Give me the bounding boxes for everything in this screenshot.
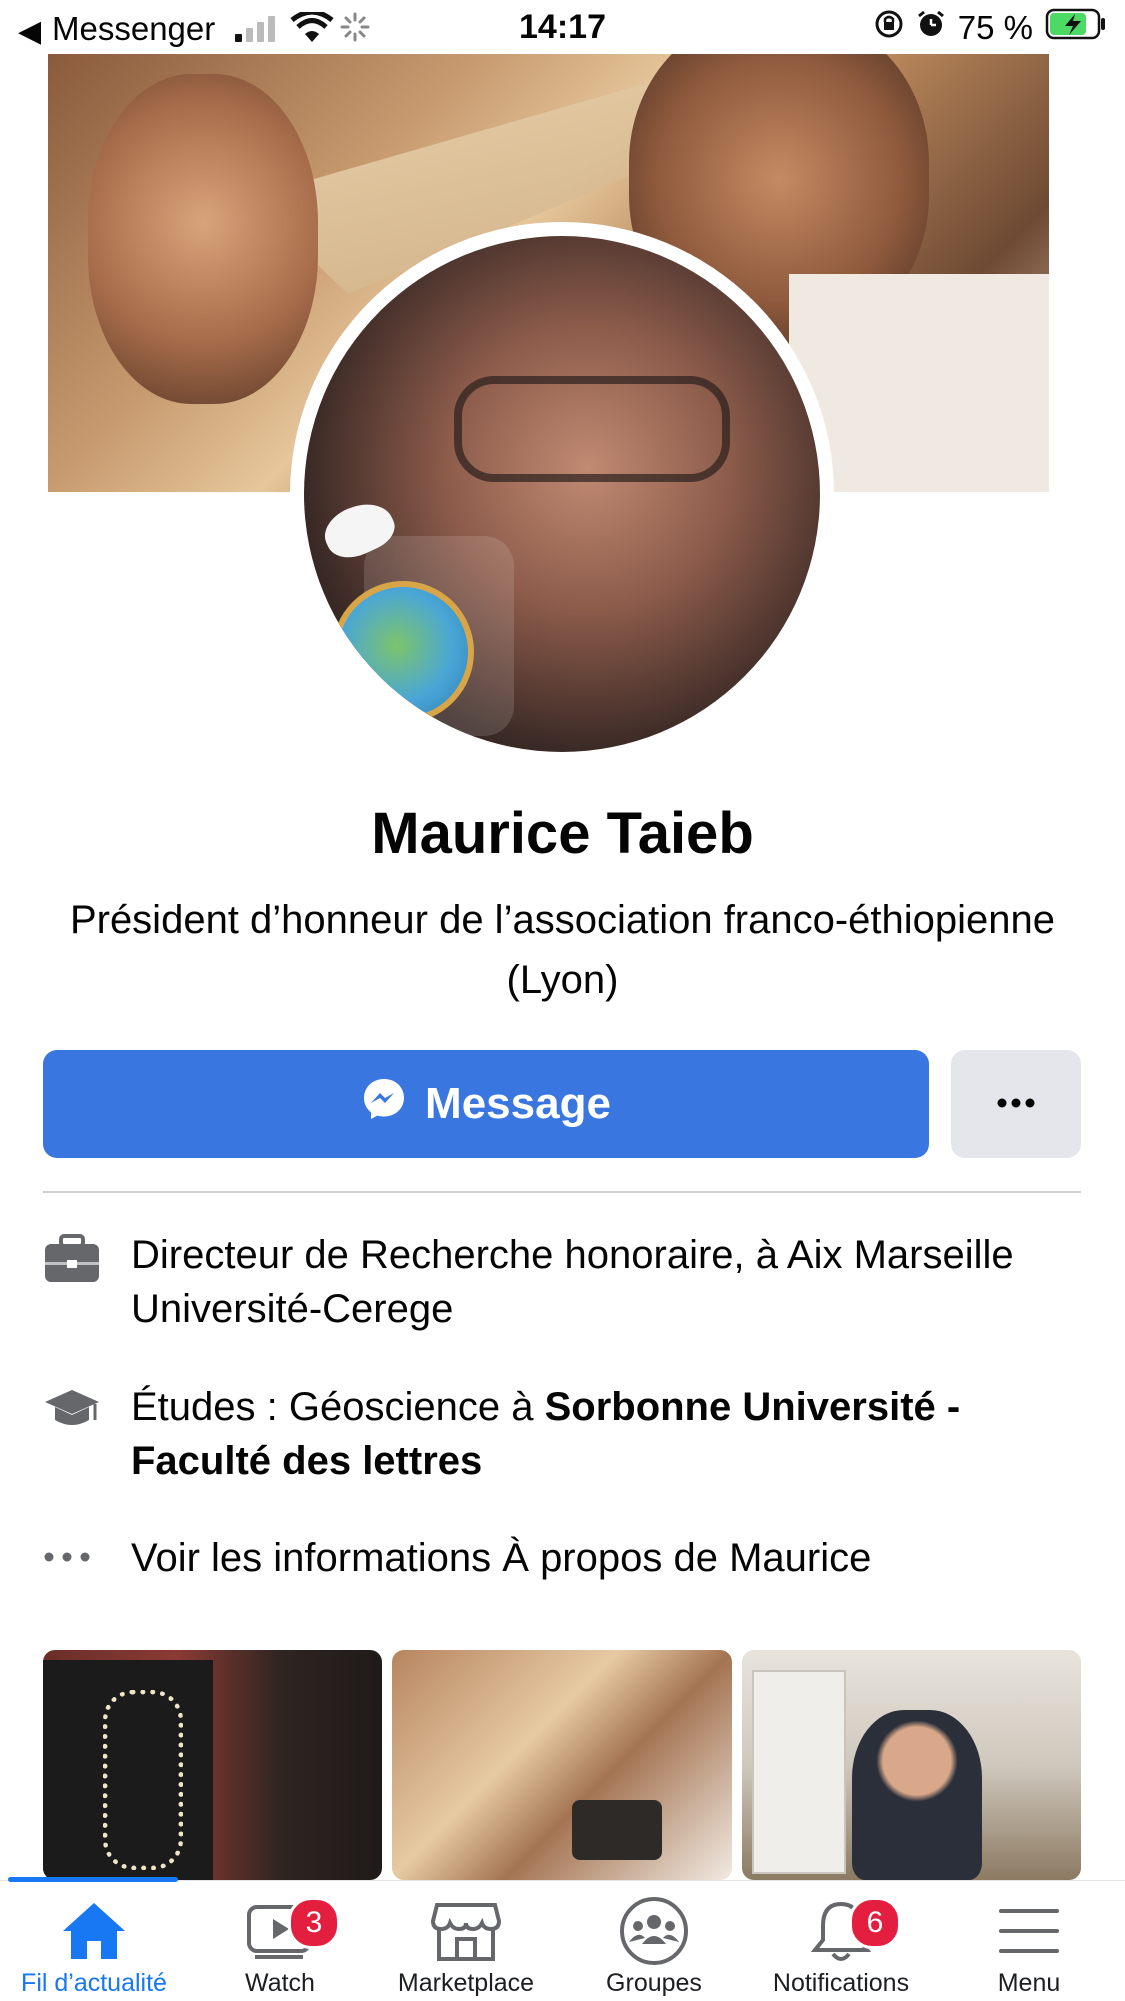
cover-person-left <box>88 74 318 404</box>
tab-news-feed[interactable]: Fil d’actualité <box>0 1881 188 2001</box>
tab-menu[interactable]: Menu <box>935 1881 1123 2001</box>
home-icon <box>0 1895 188 1967</box>
tab-marketplace-label: Marketplace <box>397 1969 535 1997</box>
battery-icon <box>1045 8 1107 48</box>
status-right: 75 % <box>874 8 1107 48</box>
bell-icon <box>747 1895 935 1967</box>
rotation-lock-icon <box>874 9 904 47</box>
info-work-row: Directeur de Recherche honoraire, à Aix … <box>43 1228 1083 1336</box>
photo-thumbnail-3[interactable] <box>741 1650 1081 1880</box>
message-button-label: Message <box>425 1079 611 1128</box>
bottom-tab-bar: Fil d’actualité 3 Watch Marketplace Grou… <box>0 1877 1125 2001</box>
notifications-badge: 6 <box>849 1897 901 1949</box>
photo-thumbnail-2[interactable] <box>392 1650 732 1880</box>
info-work-text: Directeur de Recherche honoraire, à Aix … <box>131 1233 1014 1331</box>
avatar-glasses <box>454 376 730 482</box>
marketplace-icon <box>372 1895 560 1967</box>
photo-person <box>851 1710 982 1880</box>
info-education-row: Études : Géoscience à Sorbonne Universit… <box>43 1380 1083 1488</box>
profile-bio: Président d’honneur de l’association fra… <box>69 898 1056 1002</box>
alarm-icon <box>916 9 946 47</box>
tab-menu-label: Menu <box>997 1969 1061 1997</box>
more-dots-icon <box>996 1095 1036 1113</box>
more-info-icon <box>43 1531 131 1585</box>
photo-skeleton <box>103 1690 183 1870</box>
profile-name: Maurice Taieb <box>371 801 754 866</box>
messenger-icon <box>361 1076 407 1133</box>
tab-groups[interactable]: Groupes <box>560 1881 748 2001</box>
education-prefix: Études : Géoscience à <box>131 1385 545 1429</box>
profile-avatar[interactable] <box>304 236 820 752</box>
graduation-cap-icon <box>43 1380 131 1488</box>
tab-news-feed-label: Fil d’actualité <box>21 1969 167 1997</box>
tab-marketplace[interactable]: Marketplace <box>372 1881 560 2001</box>
tab-notifications-label: Notifications <box>772 1969 910 1997</box>
more-options-button[interactable] <box>951 1050 1081 1158</box>
tab-notifications[interactable]: 6 Notifications <box>747 1881 935 2001</box>
about-link-text[interactable]: Voir les informations À propos de Mauric… <box>131 1531 871 1585</box>
section-divider <box>43 1191 1081 1193</box>
info-about-row[interactable]: Voir les informations À propos de Mauric… <box>43 1531 1083 1585</box>
groups-icon <box>560 1895 748 1967</box>
tab-watch[interactable]: 3 Watch <box>186 1881 374 2001</box>
watch-badge: 3 <box>288 1897 340 1949</box>
tab-groups-label: Groupes <box>606 1969 702 1997</box>
photo-thumbnail-1[interactable] <box>43 1650 383 1880</box>
globe-icon <box>332 581 474 723</box>
menu-icon <box>935 1895 1123 1967</box>
status-bar: ◀ Messenger 14:17 75 % <box>0 0 1125 54</box>
tab-watch-label: Watch <box>245 1969 315 1997</box>
briefcase-icon <box>43 1228 131 1336</box>
photo-cabinet <box>751 1670 846 1874</box>
photos-grid <box>43 1650 1081 1880</box>
photo-camera <box>572 1800 663 1860</box>
battery-percent: 75 % <box>957 9 1033 46</box>
watch-icon <box>186 1895 374 1967</box>
info-education-text: Études : Géoscience à Sorbonne Universit… <box>131 1380 1083 1488</box>
message-button[interactable]: Message <box>43 1050 929 1158</box>
